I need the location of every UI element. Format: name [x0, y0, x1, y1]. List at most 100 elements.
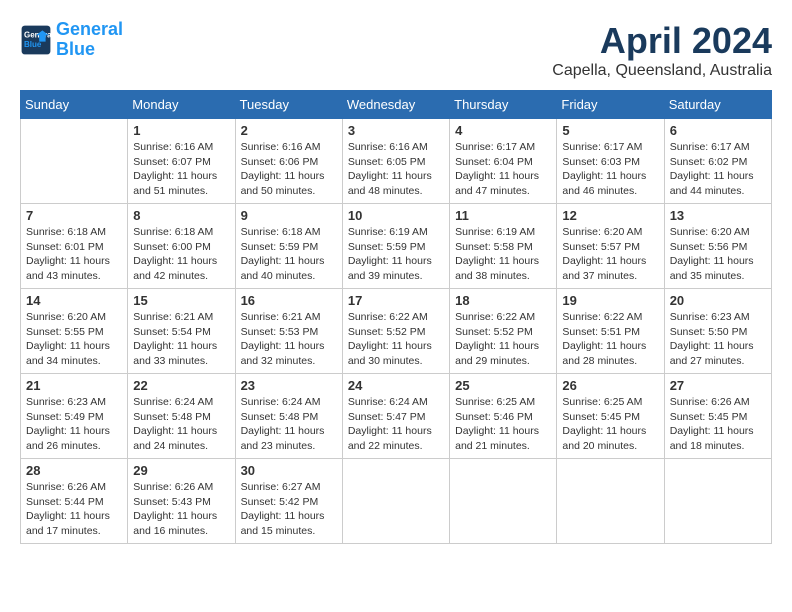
- calendar-cell: 12 Sunrise: 6:20 AMSunset: 5:57 PMDayligh…: [557, 204, 664, 289]
- day-info: Sunrise: 6:24 AMSunset: 5:47 PMDaylight:…: [348, 395, 444, 454]
- day-info: Sunrise: 6:19 AMSunset: 5:58 PMDaylight:…: [455, 225, 551, 284]
- week-row-5: 28Sunrise: 6:26 AMSunset: 5:44 PMDayligh…: [21, 459, 772, 544]
- day-number: 23: [241, 378, 337, 393]
- calendar-cell: 17 Sunrise: 6:22 AMSunset: 5:52 PMDayligh…: [342, 289, 449, 374]
- day-info: Sunrise: 6:21 AMSunset: 5:54 PMDaylight:…: [133, 310, 229, 369]
- day-number: 26: [562, 378, 658, 393]
- day-info: Sunrise: 6:24 AMSunset: 5:48 PMDaylight:…: [133, 395, 229, 454]
- calendar-cell: 21Sunrise: 6:23 AMSunset: 5:49 PMDayligh…: [21, 374, 128, 459]
- day-number: 15: [133, 293, 229, 308]
- day-info: Sunrise: 6:24 AMSunset: 5:48 PMDaylight:…: [241, 395, 337, 454]
- week-row-1: 1 Sunrise: 6:16 AMSunset: 6:07 PMDaylight…: [21, 119, 772, 204]
- day-number: 17: [348, 293, 444, 308]
- logo-line1: General: [56, 19, 123, 39]
- location-title: Capella, Queensland, Australia: [552, 62, 772, 80]
- calendar-cell: 16 Sunrise: 6:21 AMSunset: 5:53 PMDayligh…: [235, 289, 342, 374]
- day-number: 1: [133, 123, 229, 138]
- day-number: 25: [455, 378, 551, 393]
- calendar-header: SundayMondayTuesdayWednesdayThursdayFrid…: [21, 91, 772, 119]
- day-info: Sunrise: 6:21 AMSunset: 5:53 PMDaylight:…: [241, 310, 337, 369]
- calendar-cell: 25 Sunrise: 6:25 AMSunset: 5:46 PMDayligh…: [450, 374, 557, 459]
- logo-text: General Blue: [56, 20, 123, 60]
- calendar-cell: 8Sunrise: 6:18 AMSunset: 6:00 PMDaylight…: [128, 204, 235, 289]
- day-info: Sunrise: 6:25 AMSunset: 5:46 PMDaylight:…: [455, 395, 551, 454]
- calendar-table: SundayMondayTuesdayWednesdayThursdayFrid…: [20, 90, 772, 544]
- day-info: Sunrise: 6:23 AMSunset: 5:50 PMDaylight:…: [670, 310, 766, 369]
- day-info: Sunrise: 6:20 AMSunset: 5:55 PMDaylight:…: [26, 310, 122, 369]
- day-info: Sunrise: 6:23 AMSunset: 5:49 PMDaylight:…: [26, 395, 122, 454]
- calendar-cell: 22 Sunrise: 6:24 AMSunset: 5:48 PMDayligh…: [128, 374, 235, 459]
- calendar-cell: 24 Sunrise: 6:24 AMSunset: 5:47 PMDayligh…: [342, 374, 449, 459]
- calendar-cell: 6 Sunrise: 6:17 AMSunset: 6:02 PMDaylight…: [664, 119, 771, 204]
- day-number: 24: [348, 378, 444, 393]
- weekday-header-wednesday: Wednesday: [342, 91, 449, 119]
- day-info: Sunrise: 6:26 AMSunset: 5:45 PMDaylight:…: [670, 395, 766, 454]
- week-row-4: 21Sunrise: 6:23 AMSunset: 5:49 PMDayligh…: [21, 374, 772, 459]
- calendar-cell: 29 Sunrise: 6:26 AMSunset: 5:43 PMDayligh…: [128, 459, 235, 544]
- calendar-cell: 5 Sunrise: 6:17 AMSunset: 6:03 PMDaylight…: [557, 119, 664, 204]
- day-number: 20: [670, 293, 766, 308]
- day-number: 8: [133, 208, 229, 223]
- day-number: 29: [133, 463, 229, 478]
- day-info: Sunrise: 6:17 AMSunset: 6:02 PMDaylight:…: [670, 140, 766, 199]
- calendar-cell: [21, 119, 128, 204]
- day-number: 11: [455, 208, 551, 223]
- day-number: 5: [562, 123, 658, 138]
- day-number: 7: [26, 208, 122, 223]
- month-title: April 2024: [552, 20, 772, 62]
- day-number: 19: [562, 293, 658, 308]
- day-number: 12: [562, 208, 658, 223]
- calendar-cell: 28Sunrise: 6:26 AMSunset: 5:44 PMDayligh…: [21, 459, 128, 544]
- calendar-cell: 10Sunrise: 6:19 AMSunset: 5:59 PMDayligh…: [342, 204, 449, 289]
- calendar-cell: 15 Sunrise: 6:21 AMSunset: 5:54 PMDayligh…: [128, 289, 235, 374]
- calendar-cell: 11 Sunrise: 6:19 AMSunset: 5:58 PMDayligh…: [450, 204, 557, 289]
- day-number: 28: [26, 463, 122, 478]
- weekday-header-saturday: Saturday: [664, 91, 771, 119]
- calendar-cell: 27 Sunrise: 6:26 AMSunset: 5:45 PMDayligh…: [664, 374, 771, 459]
- calendar-cell: 4 Sunrise: 6:17 AMSunset: 6:04 PMDaylight…: [450, 119, 557, 204]
- day-info: Sunrise: 6:26 AMSunset: 5:43 PMDaylight:…: [133, 480, 229, 539]
- day-info: Sunrise: 6:22 AMSunset: 5:52 PMDaylight:…: [348, 310, 444, 369]
- calendar-cell: 2Sunrise: 6:16 AMSunset: 6:06 PMDaylight…: [235, 119, 342, 204]
- day-number: 10: [348, 208, 444, 223]
- calendar-cell: [342, 459, 449, 544]
- weekday-header-sunday: Sunday: [21, 91, 128, 119]
- day-info: Sunrise: 6:17 AMSunset: 6:03 PMDaylight:…: [562, 140, 658, 199]
- weekday-header-monday: Monday: [128, 91, 235, 119]
- day-number: 9: [241, 208, 337, 223]
- calendar-cell: 1 Sunrise: 6:16 AMSunset: 6:07 PMDaylight…: [128, 119, 235, 204]
- day-number: 14: [26, 293, 122, 308]
- day-info: Sunrise: 6:20 AMSunset: 5:56 PMDaylight:…: [670, 225, 766, 284]
- day-info: Sunrise: 6:18 AMSunset: 6:01 PMDaylight:…: [26, 225, 122, 284]
- day-number: 3: [348, 123, 444, 138]
- weekday-header-friday: Friday: [557, 91, 664, 119]
- day-info: Sunrise: 6:16 AMSunset: 6:07 PMDaylight:…: [133, 140, 229, 199]
- day-number: 18: [455, 293, 551, 308]
- day-number: 22: [133, 378, 229, 393]
- calendar-cell: [664, 459, 771, 544]
- day-info: Sunrise: 6:27 AMSunset: 5:42 PMDaylight:…: [241, 480, 337, 539]
- page-header: General Blue General Blue April 2024 Cap…: [20, 20, 772, 80]
- day-info: Sunrise: 6:17 AMSunset: 6:04 PMDaylight:…: [455, 140, 551, 199]
- calendar-cell: 7 Sunrise: 6:18 AMSunset: 6:01 PMDaylight…: [21, 204, 128, 289]
- day-number: 13: [670, 208, 766, 223]
- calendar-cell: 19 Sunrise: 6:22 AMSunset: 5:51 PMDayligh…: [557, 289, 664, 374]
- week-row-3: 14 Sunrise: 6:20 AMSunset: 5:55 PMDayligh…: [21, 289, 772, 374]
- day-number: 16: [241, 293, 337, 308]
- day-info: Sunrise: 6:22 AMSunset: 5:51 PMDaylight:…: [562, 310, 658, 369]
- week-row-2: 7 Sunrise: 6:18 AMSunset: 6:01 PMDaylight…: [21, 204, 772, 289]
- title-area: April 2024 Capella, Queensland, Australi…: [552, 20, 772, 80]
- day-number: 30: [241, 463, 337, 478]
- day-info: Sunrise: 6:18 AMSunset: 5:59 PMDaylight:…: [241, 225, 337, 284]
- calendar-body: 1 Sunrise: 6:16 AMSunset: 6:07 PMDaylight…: [21, 119, 772, 544]
- day-info: Sunrise: 6:20 AMSunset: 5:57 PMDaylight:…: [562, 225, 658, 284]
- day-number: 4: [455, 123, 551, 138]
- day-number: 6: [670, 123, 766, 138]
- logo-icon: General Blue: [20, 24, 52, 56]
- day-number: 27: [670, 378, 766, 393]
- calendar-cell: 20 Sunrise: 6:23 AMSunset: 5:50 PMDayligh…: [664, 289, 771, 374]
- day-info: Sunrise: 6:25 AMSunset: 5:45 PMDaylight:…: [562, 395, 658, 454]
- calendar-cell: [450, 459, 557, 544]
- logo-line2: Blue: [56, 39, 95, 59]
- day-info: Sunrise: 6:22 AMSunset: 5:52 PMDaylight:…: [455, 310, 551, 369]
